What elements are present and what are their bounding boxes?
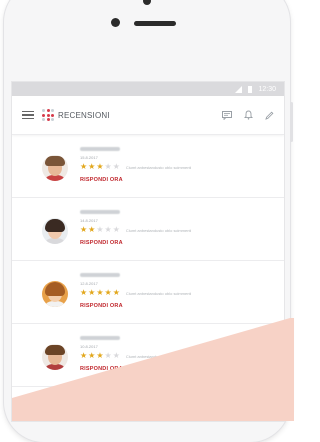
star-filled-icon: ★	[88, 225, 96, 234]
front-camera	[143, 0, 151, 5]
star-filled-icon: ★	[88, 351, 96, 360]
status-time: 12:30	[258, 85, 276, 93]
star-filled-icon: ★	[80, 225, 88, 234]
star-empty-icon: ★	[104, 225, 112, 234]
star-empty-icon: ★	[112, 351, 120, 360]
review-date: 12.8.2017	[80, 281, 98, 286]
star-filled-icon: ★	[96, 162, 104, 171]
star-filled-icon: ★	[96, 288, 104, 297]
review-item: 12.8.2017 ★ ★ ★ ★ ★ Ciumt anbestandusto oblo…	[12, 261, 284, 324]
bell-icon[interactable]	[244, 110, 253, 120]
star-filled-icon: ★	[96, 351, 104, 360]
app-title: RECENSIONI	[58, 110, 110, 120]
reviewer-name-redacted	[80, 336, 120, 340]
star-rating: ★ ★ ★ ★ ★	[80, 226, 120, 234]
reviewer-avatar	[42, 218, 68, 244]
review-item: 14.8.2017 ★ ★ ★ ★ ★ Ciumt anbestandusto oblo…	[12, 198, 284, 261]
reviewer-avatar	[42, 344, 68, 370]
app-screen: 12:30 RECENSIONI 15.8.2017 ★ ★ ★ ★ ★ Ciu…	[12, 82, 284, 421]
pencil-icon[interactable]	[265, 111, 274, 120]
reviewer-name-redacted	[80, 147, 120, 151]
battery-icon	[248, 85, 253, 93]
chat-icon[interactable]	[222, 110, 232, 120]
review-date: 14.8.2017	[80, 218, 98, 223]
reviewer-avatar	[42, 155, 68, 181]
app-actions	[222, 110, 274, 120]
app-bar: RECENSIONI	[12, 96, 284, 135]
reviewer-name-redacted	[80, 273, 120, 277]
star-rating: ★ ★ ★ ★ ★	[80, 352, 120, 360]
reply-now-button[interactable]: RISPONDI ORA	[80, 240, 276, 246]
reviewer-name-redacted	[80, 210, 120, 214]
star-filled-icon: ★	[80, 288, 88, 297]
signal-icon	[235, 85, 243, 93]
review-snippet: Ciumt anbestandusto oblo scimmenti	[125, 290, 192, 296]
reply-now-button[interactable]: RISPONDI ORA	[80, 177, 276, 183]
reviewer-avatar	[42, 281, 68, 307]
star-filled-icon: ★	[88, 162, 96, 171]
review-item: 10.8.2017 ★ ★ ★ ★ ★ Ciumt anbestandusto oblo…	[12, 324, 284, 387]
star-rating: ★ ★ ★ ★ ★	[80, 289, 120, 297]
reply-now-button[interactable]: RISPONDI ORA	[80, 303, 276, 309]
star-filled-icon: ★	[104, 288, 112, 297]
reply-now-button[interactable]: RISPONDI ORA	[80, 366, 276, 372]
star-rating: ★ ★ ★ ★ ★	[80, 163, 120, 171]
star-filled-icon: ★	[80, 162, 88, 171]
star-filled-icon: ★	[80, 351, 88, 360]
review-snippet: Ciumt anbestandusto oblo scimmenti	[125, 164, 192, 170]
review-list: 15.8.2017 ★ ★ ★ ★ ★ Ciumt anbestandusto oblo…	[12, 135, 284, 387]
earpiece-speaker	[134, 21, 176, 26]
review-date: 10.8.2017	[80, 344, 98, 349]
hamburger-icon[interactable]	[22, 110, 34, 120]
review-date: 15.8.2017	[80, 155, 98, 160]
star-empty-icon: ★	[104, 351, 112, 360]
review-snippet: Ciumt anbestandusto oblo scimmenti	[125, 227, 192, 233]
phone-side-button	[290, 102, 293, 142]
review-snippet: Ciumt anbestandusto oblo scimmenti	[125, 353, 192, 359]
status-bar: 12:30	[12, 82, 284, 96]
logo-icon	[42, 109, 54, 121]
review-item: 15.8.2017 ★ ★ ★ ★ ★ Ciumt anbestandusto oblo…	[12, 135, 284, 198]
star-empty-icon: ★	[104, 162, 112, 171]
star-filled-icon: ★	[88, 288, 96, 297]
proximity-sensor	[111, 18, 120, 27]
star-empty-icon: ★	[112, 225, 120, 234]
star-empty-icon: ★	[112, 162, 120, 171]
star-filled-icon: ★	[112, 288, 120, 297]
star-empty-icon: ★	[96, 225, 104, 234]
